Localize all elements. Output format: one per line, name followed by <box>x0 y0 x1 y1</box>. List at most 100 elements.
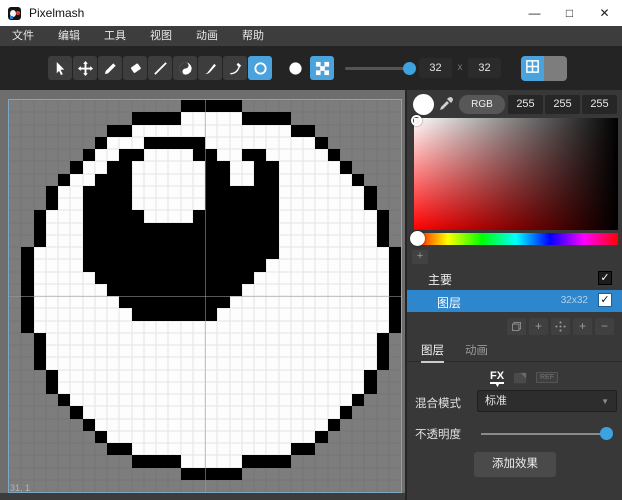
canvas-cell[interactable] <box>230 333 242 345</box>
canvas-cell[interactable] <box>352 419 364 431</box>
canvas-cell[interactable] <box>328 112 340 124</box>
brush-tool-button[interactable] <box>198 56 222 80</box>
canvas-cell[interactable] <box>217 137 229 149</box>
canvas-cell[interactable] <box>303 419 315 431</box>
canvas-cell[interactable] <box>230 455 242 467</box>
canvas-cell[interactable] <box>389 100 401 112</box>
canvas-cell[interactable] <box>389 223 401 235</box>
canvas-cell[interactable] <box>389 455 401 467</box>
canvas-cell[interactable] <box>217 394 229 406</box>
canvas-cell[interactable] <box>315 210 327 222</box>
canvas-cell[interactable] <box>107 112 119 124</box>
canvas-cell[interactable] <box>193 296 205 308</box>
canvas-cell[interactable] <box>377 480 389 492</box>
canvas-cell[interactable] <box>364 247 376 259</box>
canvas-cell[interactable] <box>156 247 168 259</box>
canvas-cell[interactable] <box>217 149 229 161</box>
canvas-cell[interactable] <box>328 223 340 235</box>
canvas-cell[interactable] <box>389 345 401 357</box>
canvas-cell[interactable] <box>107 468 119 480</box>
canvas-cell[interactable] <box>242 455 254 467</box>
canvas-cell[interactable] <box>9 149 21 161</box>
canvas-cell[interactable] <box>193 419 205 431</box>
canvas-cell[interactable] <box>181 308 193 320</box>
canvas-cell[interactable] <box>242 259 254 271</box>
canvas-cell[interactable] <box>21 210 33 222</box>
canvas-cell[interactable] <box>303 223 315 235</box>
canvas-cell[interactable] <box>34 296 46 308</box>
canvas-cell[interactable] <box>21 100 33 112</box>
canvas-cell[interactable] <box>352 137 364 149</box>
canvas-cell[interactable] <box>340 210 352 222</box>
canvas-cell[interactable] <box>168 198 180 210</box>
canvas-cell[interactable] <box>34 443 46 455</box>
canvas-cell[interactable] <box>95 431 107 443</box>
canvas-cell[interactable] <box>352 455 364 467</box>
canvas-cell[interactable] <box>83 443 95 455</box>
canvas-cell[interactable] <box>377 333 389 345</box>
canvas-cell[interactable] <box>315 345 327 357</box>
canvas-cell[interactable] <box>95 357 107 369</box>
canvas-cell[interactable] <box>144 308 156 320</box>
canvas-cell[interactable] <box>181 284 193 296</box>
canvas-cell[interactable] <box>230 357 242 369</box>
canvas-cell[interactable] <box>328 468 340 480</box>
canvas-cell[interactable] <box>132 333 144 345</box>
canvas-cell[interactable] <box>58 406 70 418</box>
canvas-cell[interactable] <box>132 370 144 382</box>
canvas-cell[interactable] <box>328 308 340 320</box>
canvas-cell[interactable] <box>181 394 193 406</box>
canvas-cell[interactable] <box>83 394 95 406</box>
canvas-cell[interactable] <box>303 198 315 210</box>
canvas-cell[interactable] <box>377 406 389 418</box>
canvas-cell[interactable] <box>95 468 107 480</box>
canvas-cell[interactable] <box>70 321 82 333</box>
canvas-cell[interactable] <box>242 296 254 308</box>
canvas-cell[interactable] <box>279 100 291 112</box>
canvas-cell[interactable] <box>9 468 21 480</box>
canvas-cell[interactable] <box>377 443 389 455</box>
canvas-cell[interactable] <box>217 443 229 455</box>
canvas-cell[interactable] <box>193 247 205 259</box>
canvas-cell[interactable] <box>132 210 144 222</box>
canvas-cell[interactable] <box>279 161 291 173</box>
canvas-cell[interactable] <box>132 431 144 443</box>
canvas-cell[interactable] <box>291 480 303 492</box>
canvas-cell[interactable] <box>230 468 242 480</box>
canvas-cell[interactable] <box>315 308 327 320</box>
canvas-cell[interactable] <box>377 112 389 124</box>
canvas-cell[interactable] <box>389 333 401 345</box>
canvas-cell[interactable] <box>58 357 70 369</box>
canvas-cell[interactable] <box>217 247 229 259</box>
canvas-cell[interactable] <box>70 272 82 284</box>
canvas-cell[interactable] <box>217 186 229 198</box>
canvas-cell[interactable] <box>279 223 291 235</box>
canvas-cell[interactable] <box>144 345 156 357</box>
canvas-cell[interactable] <box>70 480 82 492</box>
canvas-cell[interactable] <box>144 137 156 149</box>
canvas-cell[interactable] <box>217 321 229 333</box>
canvas-cell[interactable] <box>70 223 82 235</box>
merge-layer-button[interactable] <box>551 318 570 335</box>
canvas-cell[interactable] <box>107 321 119 333</box>
canvas-cell[interactable] <box>70 247 82 259</box>
canvas-cell[interactable] <box>70 357 82 369</box>
canvas-cell[interactable] <box>242 235 254 247</box>
canvas-cell[interactable] <box>254 210 266 222</box>
canvas-cell[interactable] <box>181 259 193 271</box>
canvas-cell[interactable] <box>168 333 180 345</box>
canvas-cell[interactable] <box>119 284 131 296</box>
canvas-cell[interactable] <box>315 174 327 186</box>
canvas-cell[interactable] <box>34 455 46 467</box>
canvas-cell[interactable] <box>34 394 46 406</box>
canvas-cell[interactable] <box>132 235 144 247</box>
canvas-cell[interactable] <box>181 333 193 345</box>
canvas-cell[interactable] <box>340 394 352 406</box>
canvas-cell[interactable] <box>352 259 364 271</box>
canvas-cell[interactable] <box>46 480 58 492</box>
canvas-cell[interactable] <box>119 235 131 247</box>
canvas-cell[interactable] <box>193 223 205 235</box>
canvas-cell[interactable] <box>389 198 401 210</box>
canvas-cell[interactable] <box>352 210 364 222</box>
canvas-cell[interactable] <box>83 161 95 173</box>
